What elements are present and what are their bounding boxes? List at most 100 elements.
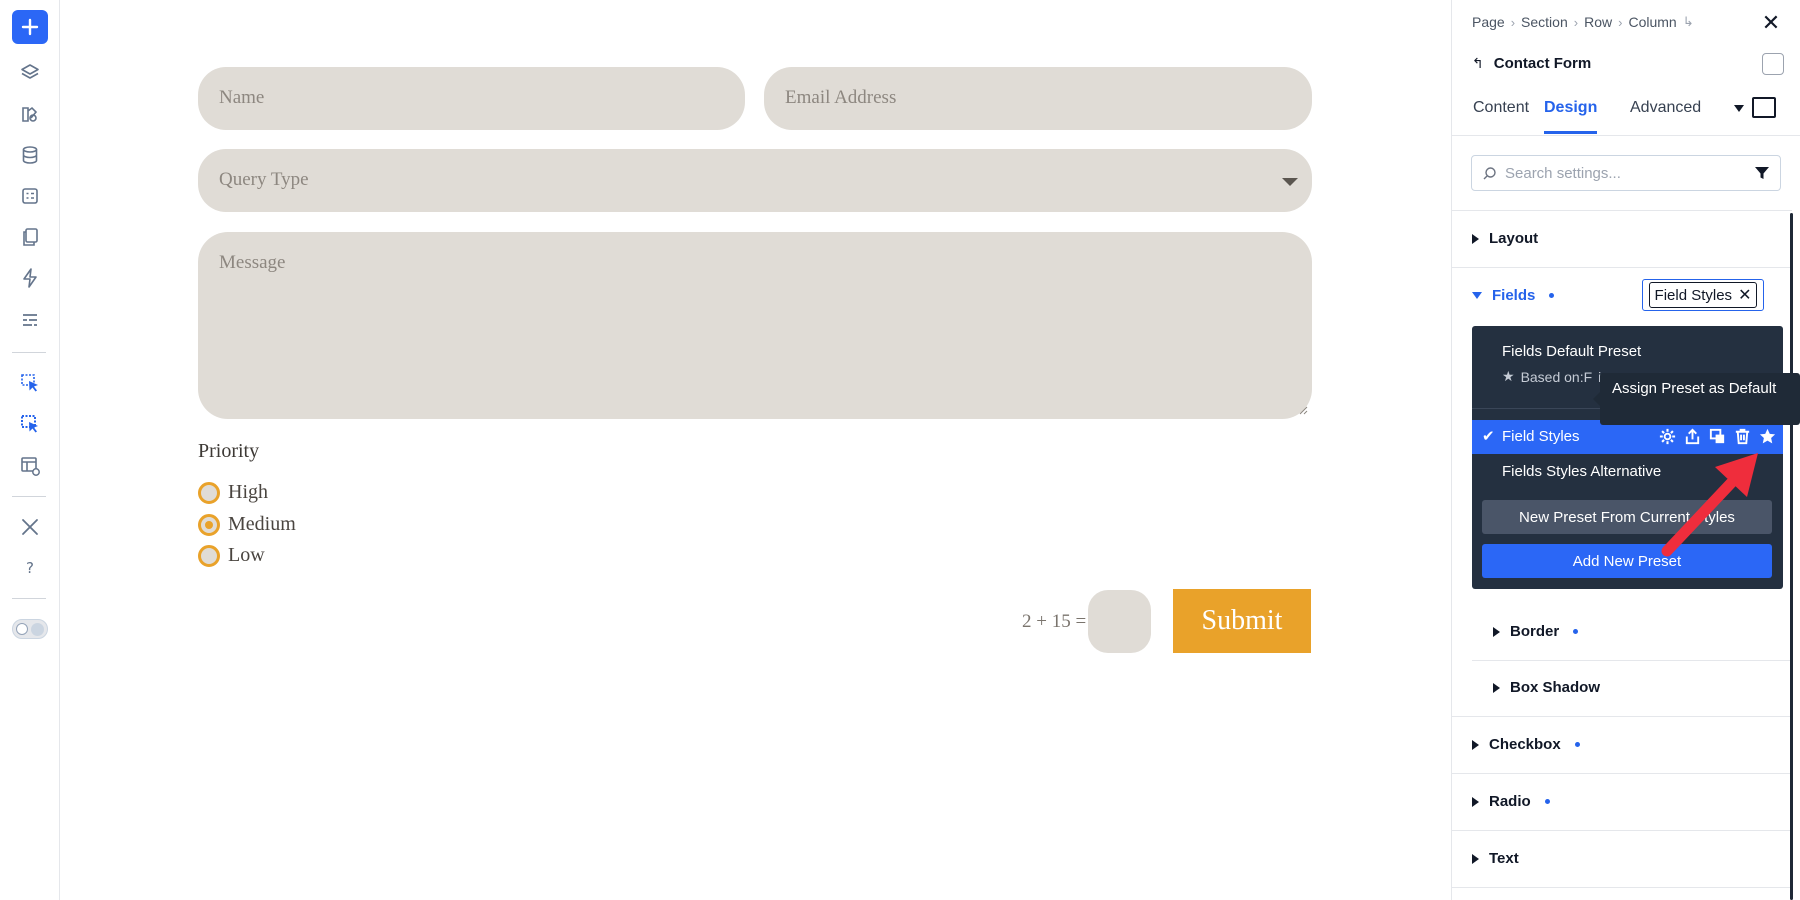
tab-advanced[interactable]: Advanced [1630, 99, 1701, 131]
theme-builder-button[interactable] [13, 303, 47, 337]
settings-search[interactable] [1471, 155, 1781, 191]
panel-tabs: Content Design Advanced [1452, 86, 1800, 136]
tab-content[interactable]: Content [1473, 99, 1529, 131]
form-icon [22, 188, 38, 204]
preview-button[interactable] [13, 449, 47, 483]
captcha-question: 2 + 15 = [1022, 611, 1087, 632]
tab-design[interactable]: Design [1544, 99, 1598, 134]
forms-button[interactable] [13, 179, 47, 213]
priority-option-medium[interactable]: Medium [198, 513, 296, 536]
svg-text:?: ? [26, 559, 34, 577]
database-button[interactable] [13, 138, 47, 172]
name-placeholder: Name [219, 87, 265, 108]
section-text[interactable]: Text [1472, 850, 1519, 867]
radio-button-checked[interactable] [198, 513, 220, 536]
star-icon[interactable] [1758, 427, 1777, 446]
section-border[interactable]: Border [1493, 623, 1579, 640]
expand-panel-icon[interactable] [1752, 97, 1776, 118]
select-element-button[interactable] [13, 366, 47, 400]
breadcrumb: Page › Section › Row › Column ↳ [1472, 14, 1694, 30]
duplicate-icon[interactable] [1708, 427, 1727, 446]
panel-scrollbar[interactable] [1790, 213, 1793, 900]
email-input[interactable]: Email Address [764, 67, 1312, 130]
design-library-button[interactable] [13, 97, 47, 131]
multi-select-button[interactable] [13, 407, 47, 441]
question-icon: ? [26, 559, 34, 577]
pages-button[interactable] [13, 220, 47, 254]
section-radio[interactable]: Radio [1472, 793, 1550, 810]
trash-icon[interactable] [1733, 427, 1752, 446]
module-options-icon[interactable] [1762, 53, 1784, 75]
mode-toggle[interactable] [12, 619, 48, 639]
assign-default-tooltip: Assign Preset as Default [1593, 373, 1800, 425]
layout-view-icon [21, 457, 40, 476]
back-icon[interactable]: ↰ [1472, 55, 1484, 72]
breadcrumb-page[interactable]: Page [1472, 14, 1505, 30]
caret-right-icon [1472, 739, 1479, 750]
preset-item-alternative[interactable]: Fields Styles Alternative [1502, 463, 1661, 480]
chevron-right-icon: › [1618, 14, 1623, 30]
sliders-icon [23, 314, 37, 327]
section-box-shadow[interactable]: Box Shadow [1493, 679, 1600, 696]
caret-right-icon [1472, 853, 1479, 864]
gear-icon [16, 623, 28, 635]
layers-button[interactable] [13, 56, 47, 90]
section-fields[interactable]: Fields [1472, 287, 1555, 304]
caret-right-icon [1472, 233, 1479, 244]
priority-option-high[interactable]: High [198, 481, 268, 504]
caret-down-icon [1472, 292, 1482, 299]
name-input[interactable]: Name [198, 67, 745, 130]
gear-icon[interactable] [1658, 427, 1677, 446]
preset-selector[interactable]: Field Styles ✕ [1642, 279, 1764, 311]
breadcrumb-row[interactable]: Row [1584, 14, 1612, 30]
based-on-label: ★ Based on:Fi [1502, 368, 1601, 385]
captcha-input[interactable] [1088, 590, 1151, 653]
modified-dot [1544, 799, 1550, 804]
search-input[interactable] [1505, 164, 1735, 182]
caret-right-icon [1493, 626, 1500, 637]
breadcrumb-section[interactable]: Section [1521, 14, 1568, 30]
filter-icon[interactable] [1754, 165, 1770, 181]
chevron-down-icon [1282, 178, 1298, 186]
radio-button[interactable] [198, 481, 220, 504]
query-type-select[interactable]: Query Type [198, 149, 1312, 212]
chevron-right-icon: › [1510, 14, 1516, 30]
modified-dot [1549, 293, 1555, 298]
toolbar-divider [12, 598, 46, 599]
radio-button[interactable] [198, 544, 220, 567]
caret-right-icon [1472, 796, 1479, 807]
submit-button[interactable]: Submit [1173, 589, 1311, 653]
preset-chip-label: Field Styles [1654, 286, 1733, 304]
breadcrumb-column[interactable]: Column [1628, 14, 1676, 30]
close-panel-button[interactable]: ✕ [1760, 12, 1782, 34]
remove-preset-icon[interactable]: ✕ [1738, 285, 1751, 305]
tools-button[interactable] [13, 510, 47, 544]
help-button[interactable]: ? [13, 551, 47, 585]
dynamic-button[interactable] [13, 261, 47, 295]
divider [1452, 830, 1792, 831]
priority-option-low[interactable]: Low [198, 544, 265, 567]
check-icon: ✔ [1482, 428, 1495, 445]
toolbar-divider [12, 496, 46, 497]
divider [1452, 716, 1792, 717]
export-icon[interactable] [1683, 427, 1702, 446]
resize-handle-icon[interactable] [1298, 405, 1308, 415]
lightning-icon [23, 268, 37, 288]
left-toolbar: ? [0, 0, 60, 900]
email-placeholder: Email Address [785, 87, 897, 108]
section-checkbox[interactable]: Checkbox [1472, 736, 1580, 753]
message-textarea[interactable]: Message [198, 232, 1312, 419]
click-select-icon [21, 374, 38, 392]
priority-label: Priority [198, 440, 260, 462]
builder-canvas: Name Email Address Query Type Message Pr… [61, 0, 1451, 900]
add-element-button[interactable] [12, 10, 48, 44]
section-layout[interactable]: Layout [1472, 230, 1538, 247]
module-title-row: ↰ Contact Form [1472, 55, 1591, 72]
divider [1452, 267, 1792, 268]
search-icon [1483, 166, 1496, 179]
caret-down-icon[interactable] [1734, 105, 1744, 112]
default-preset-item[interactable]: Fields Default Preset [1502, 343, 1641, 360]
divider [1452, 210, 1792, 211]
caret-right-icon [1493, 682, 1500, 693]
red-arrow-annotation-icon [1661, 453, 1758, 557]
